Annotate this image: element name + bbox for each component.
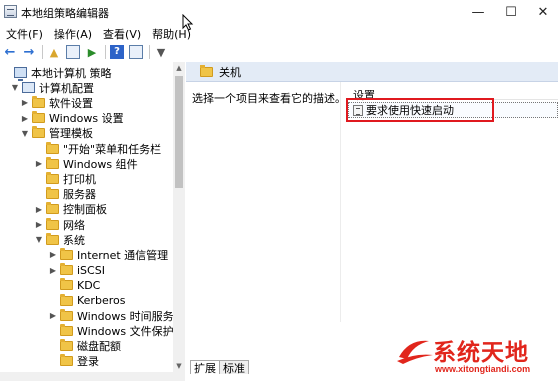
expanded-arrow-icon[interactable]: ▼ — [20, 129, 30, 138]
back-icon[interactable]: ← — [3, 45, 17, 59]
tree-horizontal-scrollbar[interactable] — [0, 372, 185, 381]
folder-icon — [60, 308, 73, 321]
scroll-down-icon[interactable]: ▼ — [173, 360, 185, 372]
details-folder-title: 关机 — [219, 65, 241, 79]
folder-icon — [46, 202, 59, 215]
config-icon — [22, 82, 35, 94]
folder-icon — [60, 247, 73, 260]
tree-pane: 本地计算机 策略 ▼ 计算机配置 ▶ 软件设置 ▶ Windows 设置 ▼ 管理模板 "开始"菜… — [0, 62, 185, 381]
tree-item-label: Windows 组件 — [63, 157, 138, 171]
logo-swoosh-icon — [397, 340, 433, 364]
tab-extended[interactable]: 扩展 — [190, 360, 220, 375]
tab-standard[interactable]: 标准 — [219, 360, 249, 375]
collapsed-arrow-icon[interactable]: ▶ — [48, 311, 58, 320]
help-icon[interactable]: ? — [110, 45, 124, 59]
toolbar-separator — [105, 45, 106, 59]
description-text: 选择一个项目来查看它的描述。 — [192, 92, 346, 105]
folder-icon — [60, 263, 73, 276]
computer-icon — [14, 67, 27, 81]
folder-icon — [46, 232, 59, 245]
highlight-annotation — [346, 98, 494, 122]
folder-icon — [60, 339, 73, 352]
window-title: 本地组策略编辑器 — [21, 7, 109, 20]
tree-item[interactable]: 登录 — [48, 353, 99, 370]
menu-action[interactable]: 操作(A) — [48, 26, 97, 42]
folder-icon — [60, 293, 73, 306]
view-tabs: 扩展 标准 — [186, 360, 249, 375]
tree-item-label: 网络 — [63, 218, 85, 232]
folder-icon — [60, 354, 73, 367]
tree-item-label: Windows 时间服务 — [77, 309, 174, 323]
collapsed-arrow-icon[interactable]: ▶ — [34, 205, 44, 214]
scroll-up-icon[interactable]: ▲ — [173, 62, 185, 74]
collapsed-arrow-icon[interactable]: ▶ — [48, 250, 58, 259]
tree-item-label: KDC — [77, 278, 101, 292]
collapsed-arrow-icon[interactable]: ▶ — [20, 114, 30, 123]
watermark-url: www.xitongtiandi.com — [435, 364, 531, 374]
tree-item-label: 管理模板 — [49, 127, 93, 141]
expanded-arrow-icon[interactable]: ▼ — [10, 83, 20, 92]
column-splitter[interactable] — [340, 82, 341, 322]
watermark-brand: 系统天地 — [433, 340, 529, 366]
folder-icon — [32, 111, 45, 124]
minimize-button[interactable]: — — [463, 0, 493, 24]
folder-icon — [46, 217, 59, 230]
tree-item-label: 控制面板 — [63, 203, 107, 217]
folder-icon — [46, 187, 59, 200]
tree-vertical-scrollbar[interactable]: ▲ ▼ — [173, 62, 185, 372]
toolbar-separator — [149, 45, 150, 59]
tree-item-label: 计算机配置 — [39, 81, 94, 95]
folder-icon — [32, 95, 45, 108]
up-folder-icon[interactable]: ▲ — [47, 45, 61, 59]
tree-item-label: "开始"菜单和任务栏 — [63, 142, 162, 156]
folder-icon — [60, 278, 73, 291]
toolbar: ← → ▲ ▶ ? ▼ — [0, 42, 558, 62]
folder-icon — [60, 323, 73, 336]
collapsed-arrow-icon[interactable]: ▶ — [20, 98, 30, 107]
scroll-thumb[interactable] — [175, 76, 183, 188]
tree-item-label: Windows 设置 — [49, 112, 124, 126]
menu-bar: 文件(F) 操作(A) 查看(V) 帮助(H) — [0, 25, 558, 43]
tree-item-label: 打印机 — [63, 172, 96, 186]
tree-item-label: iSCSI — [77, 263, 105, 277]
folder-icon — [200, 64, 213, 77]
tree-item-label: 软件设置 — [49, 96, 93, 110]
tree-item-label: Internet 通信管理 — [77, 248, 169, 262]
maximize-button[interactable]: ☐ — [496, 0, 526, 24]
tree-item-label: 服务器 — [63, 188, 96, 202]
export-icon[interactable]: ▶ — [85, 45, 99, 59]
tree-item-label: 登录 — [77, 355, 99, 369]
title-bar: 本地组策略编辑器 — ☐ ✕ — [0, 0, 558, 31]
folder-icon — [46, 156, 59, 169]
tree-item-label: 系统 — [63, 233, 85, 247]
collapsed-arrow-icon[interactable]: ▶ — [48, 266, 58, 275]
menu-view[interactable]: 查看(V) — [97, 26, 146, 42]
tree-item-label: 磁盘配额 — [77, 340, 121, 354]
folder-icon — [46, 171, 59, 184]
menu-help[interactable]: 帮助(H) — [146, 26, 196, 42]
folder-icon — [46, 141, 59, 154]
menu-file[interactable]: 文件(F) — [0, 26, 48, 42]
watermark-logo: 系统天地 www.xitongtiandi.com — [395, 331, 558, 381]
pane-icon[interactable] — [129, 45, 143, 59]
filter-icon[interactable]: ▼ — [154, 45, 168, 59]
app-icon — [4, 5, 17, 18]
forward-icon[interactable]: → — [22, 45, 36, 59]
show-pane-icon[interactable] — [66, 45, 80, 59]
collapsed-arrow-icon[interactable]: ▶ — [34, 220, 44, 229]
collapsed-arrow-icon[interactable]: ▶ — [34, 159, 44, 168]
details-header: 关机 — [186, 62, 558, 82]
tree-item-label: Kerberos — [77, 294, 126, 307]
folder-icon — [32, 126, 45, 139]
close-button[interactable]: ✕ — [528, 0, 558, 24]
tree-item-label: Windows 文件保护 — [77, 324, 174, 338]
tree-item-label: 本地计算机 策略 — [31, 66, 112, 80]
expanded-arrow-icon[interactable]: ▼ — [34, 235, 44, 244]
toolbar-separator — [42, 45, 43, 59]
